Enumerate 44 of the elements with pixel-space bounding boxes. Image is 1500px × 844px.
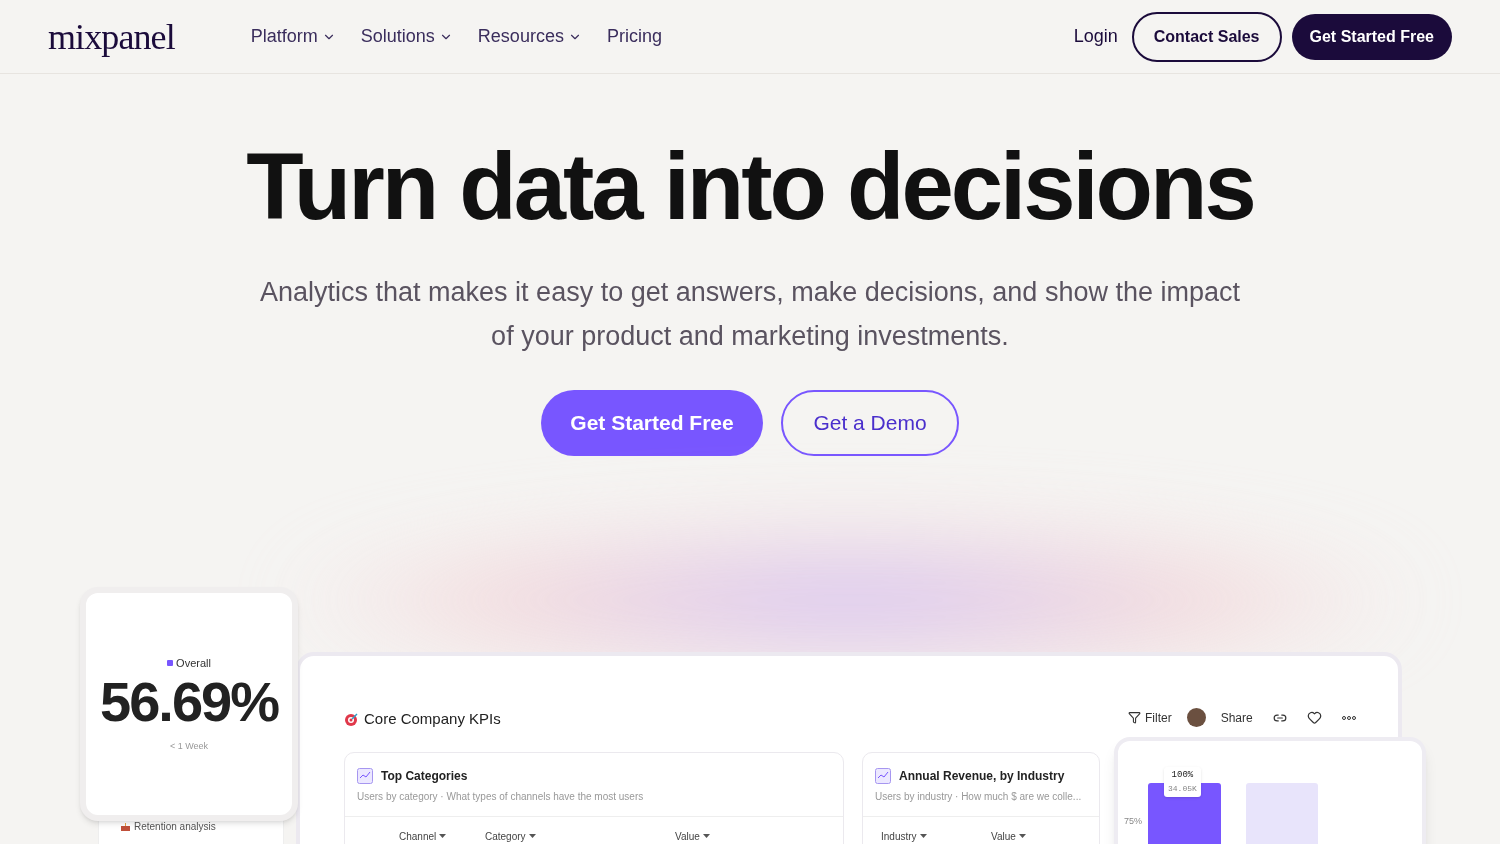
avatar-icon <box>1186 708 1206 727</box>
card-title: Top Categories <box>381 768 468 785</box>
column-header[interactable]: Value <box>991 829 1071 844</box>
dashboard-title: Core Company KPIs <box>364 709 501 729</box>
line-chart-icon <box>875 768 891 784</box>
caret-icon <box>528 834 536 839</box>
caret-icon <box>439 834 447 839</box>
login-link[interactable]: Login <box>1073 23 1118 50</box>
cake-icon <box>121 822 130 831</box>
card-subtitle: Users by category · What types of channels have the most users <box>356 790 645 804</box>
column-header[interactable]: Category <box>485 829 675 844</box>
filter-button[interactable]: Filter <box>1128 708 1172 727</box>
nav-link[interactable]: Platform <box>250 23 336 50</box>
caret-icon <box>702 834 710 839</box>
target-icon <box>344 712 358 727</box>
column-header[interactable]: Channel <box>399 829 485 844</box>
heart-icon <box>1306 710 1322 725</box>
contact-sales-button[interactable]: Contact Sales <box>1131 11 1282 62</box>
logo[interactable]: mixpanel <box>48 9 175 64</box>
hero-title: Turn data into decisions <box>246 133 1254 241</box>
kpi-caption: < 1 Week <box>169 739 209 753</box>
more-icon[interactable] <box>1341 715 1356 720</box>
card-title: Annual Revenue, by Industry <box>899 768 1065 785</box>
hero-subtitle: Analytics that makes it easy to get answers, make decisions, and show the impact of your product and marketing investments. <box>259 276 1241 353</box>
sidebar-item[interactable]: Retention analysis <box>134 819 216 834</box>
nav-link[interactable]: Resources <box>477 23 582 50</box>
axis-label: 75% <box>1124 815 1142 828</box>
nav-link[interactable]: Solutions <box>360 23 453 50</box>
nav-link[interactable]: Pricing <box>606 23 662 50</box>
caret-icon <box>919 834 927 839</box>
card-subtitle: Users by industry · How much $ are we colle... <box>874 790 1083 804</box>
column-header[interactable]: Industry <box>881 829 991 844</box>
share-button[interactable]: Share <box>1220 708 1253 727</box>
get-demo-button[interactable]: Get a Demo <box>781 390 959 456</box>
tooltip-value: 100% <box>1171 769 1194 782</box>
filter-icon <box>1128 711 1141 724</box>
get-started-button[interactable]: Get Started Free <box>541 390 763 456</box>
legend-label: Overall <box>176 656 211 671</box>
get-started-button[interactable]: Get Started Free <box>1291 13 1452 60</box>
kpi-value: 56.69% <box>100 671 278 732</box>
caret-icon <box>1018 834 1026 839</box>
tooltip-sub: 34.05K <box>1168 782 1197 795</box>
line-chart-icon <box>357 768 373 784</box>
column-header[interactable]: Value <box>675 829 775 844</box>
